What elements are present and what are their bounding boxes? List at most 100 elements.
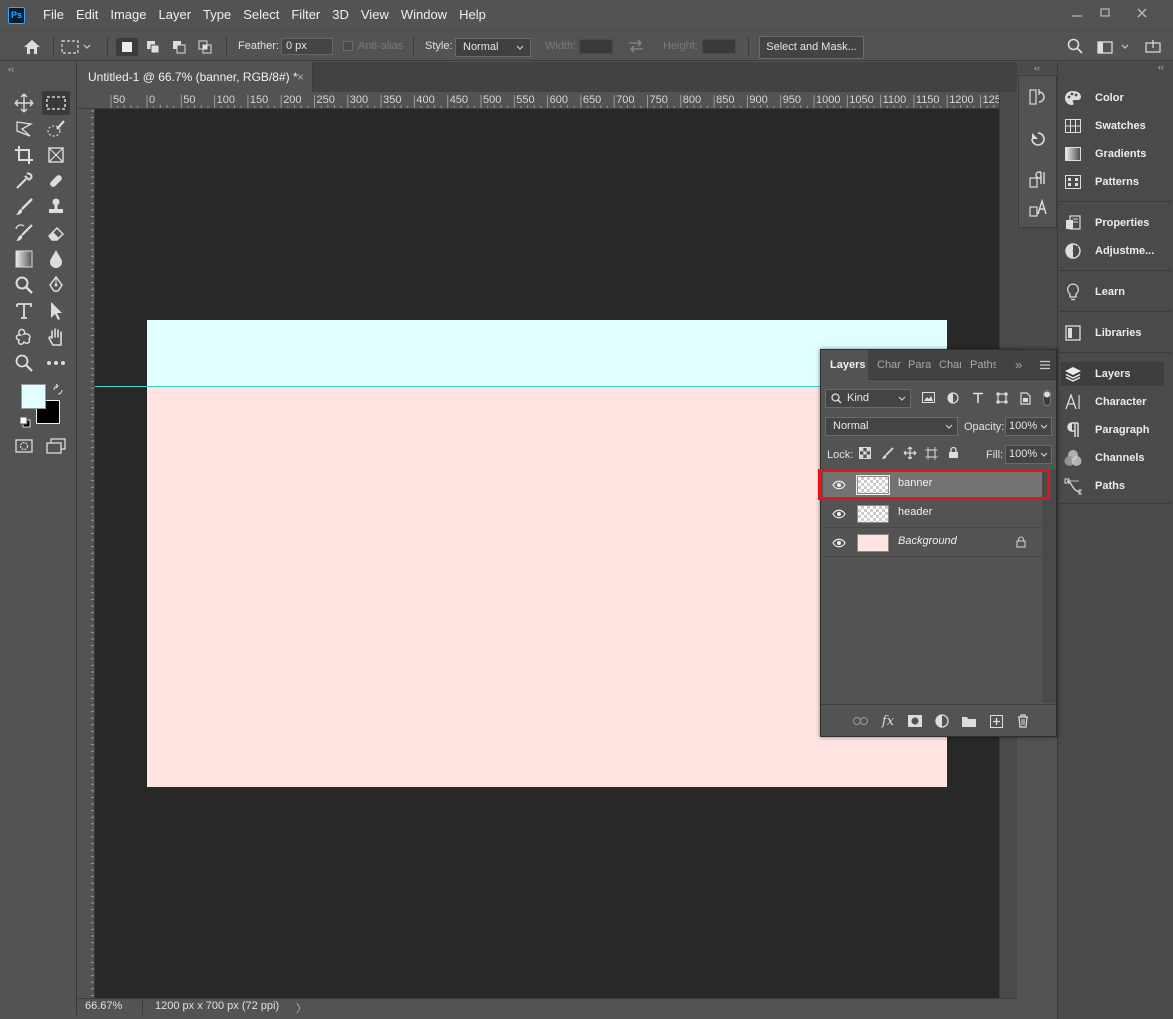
- menu-type[interactable]: Type: [197, 0, 237, 30]
- panel-layers[interactable]: Layers: [1061, 362, 1164, 386]
- character-styles-button[interactable]: [1027, 197, 1049, 219]
- panel-adjustments[interactable]: Adjustme...: [1061, 239, 1164, 263]
- paragraph-styles-button[interactable]: [1027, 168, 1049, 190]
- visibility-toggle[interactable]: [831, 478, 847, 491]
- new-group-button[interactable]: [961, 713, 977, 729]
- lock-artboard-button[interactable]: [925, 447, 939, 461]
- share-button[interactable]: [1145, 39, 1163, 55]
- close-tab-icon[interactable]: ×: [297, 62, 304, 92]
- home-button[interactable]: [20, 37, 44, 57]
- filter-type-button[interactable]: [972, 392, 986, 405]
- search-button[interactable]: [1067, 38, 1085, 56]
- zoom-level[interactable]: 66.67%: [85, 1000, 122, 1012]
- filter-smart-object-button[interactable]: [1020, 392, 1034, 405]
- zoom-tool[interactable]: [10, 351, 38, 375]
- panel-channels[interactable]: Channels: [1061, 446, 1164, 470]
- menu-view[interactable]: View: [355, 0, 395, 30]
- lock-all-button[interactable]: [948, 446, 962, 460]
- new-selection-button[interactable]: [116, 38, 138, 56]
- default-colors-button[interactable]: [19, 416, 32, 428]
- tab-character-styles[interactable]: Char: [939, 350, 961, 380]
- tool-preset-picker[interactable]: [61, 37, 101, 57]
- panel-learn[interactable]: Learn: [1061, 280, 1164, 304]
- foreground-color-swatch[interactable]: [21, 384, 46, 409]
- menu-file[interactable]: File: [37, 0, 70, 30]
- hand-tool[interactable]: [42, 325, 70, 349]
- panel-gradients[interactable]: Gradients: [1061, 142, 1164, 166]
- anti-alias-checkbox[interactable]: [343, 41, 353, 51]
- type-tool[interactable]: [10, 299, 38, 323]
- panel-character[interactable]: Character: [1061, 390, 1164, 414]
- layer-row-header[interactable]: header: [823, 499, 1042, 528]
- history-panel-button[interactable]: [1027, 86, 1049, 108]
- height-input[interactable]: [702, 39, 736, 54]
- tab-paths[interactable]: Paths: [970, 350, 996, 380]
- more-tools-button[interactable]: [42, 351, 70, 375]
- delete-layer-button[interactable]: [1015, 713, 1031, 729]
- tab-paragraph[interactable]: Para: [908, 350, 931, 380]
- filter-pixel-button[interactable]: [922, 392, 936, 405]
- panel-color[interactable]: Color: [1061, 86, 1164, 110]
- feather-input[interactable]: 0 px: [281, 38, 333, 55]
- clone-stamp-tool[interactable]: [42, 195, 70, 219]
- frame-tool[interactable]: [42, 143, 70, 167]
- rectangular-marquee-tool[interactable]: [42, 91, 70, 115]
- width-input[interactable]: [579, 39, 613, 54]
- dodge-tool[interactable]: [10, 273, 38, 297]
- menu-image[interactable]: Image: [104, 0, 152, 30]
- swap-colors-button[interactable]: [52, 384, 64, 396]
- layer-name[interactable]: banner: [898, 477, 932, 489]
- eraser-tool[interactable]: [42, 221, 70, 245]
- brush-tool[interactable]: [10, 195, 38, 219]
- intersect-selection-button[interactable]: [194, 38, 216, 56]
- move-tool[interactable]: [10, 91, 38, 115]
- actions-panel-button[interactable]: [1027, 128, 1049, 150]
- menu-help[interactable]: Help: [453, 0, 492, 30]
- panel-menu-button[interactable]: [1039, 360, 1051, 370]
- new-layer-button[interactable]: [988, 713, 1004, 729]
- layers-scrollbar[interactable]: [1042, 469, 1056, 703]
- blend-mode-select[interactable]: Normal: [825, 417, 958, 436]
- horizontal-ruler[interactable]: 50 0 50 100 150 200 250 300 350 400 450 500 550 600 65…: [78, 92, 999, 109]
- add-layer-style-button[interactable]: fx: [880, 713, 896, 729]
- panel-paths[interactable]: Paths: [1061, 474, 1164, 498]
- quick-mask-button[interactable]: [10, 434, 38, 458]
- lasso-tool[interactable]: [10, 117, 38, 141]
- blur-tool[interactable]: [42, 247, 70, 271]
- tab-layers[interactable]: Layers: [821, 350, 868, 380]
- collapse-toolbar-button[interactable]: ‹‹: [8, 64, 14, 74]
- path-selection-tool[interactable]: [42, 299, 70, 323]
- right-dock-collapse[interactable]: ‹‹: [1158, 62, 1164, 72]
- panel-paragraph[interactable]: Paragraph: [1061, 418, 1164, 442]
- custom-shape-tool[interactable]: [10, 325, 38, 349]
- lock-position-button[interactable]: [903, 446, 917, 460]
- menu-select[interactable]: Select: [237, 0, 285, 30]
- menu-3d[interactable]: 3D: [326, 0, 355, 30]
- panel-libraries[interactable]: Libraries: [1061, 321, 1164, 345]
- panel-swatches[interactable]: Swatches: [1061, 114, 1164, 138]
- opacity-input[interactable]: 100%: [1005, 417, 1052, 436]
- new-adjustment-layer-button[interactable]: [934, 713, 950, 729]
- eyedropper-tool[interactable]: [10, 169, 38, 193]
- menu-layer[interactable]: Layer: [153, 0, 198, 30]
- screen-mode-button[interactable]: [42, 434, 70, 458]
- add-to-selection-button[interactable]: [142, 38, 164, 56]
- swap-dimensions-button[interactable]: [627, 39, 647, 55]
- layer-name[interactable]: header: [898, 506, 932, 518]
- lock-transparent-pixels-button[interactable]: [859, 447, 873, 461]
- menu-filter[interactable]: Filter: [285, 0, 326, 30]
- subtract-from-selection-button[interactable]: [168, 38, 190, 56]
- close-window-button[interactable]: [1128, 4, 1156, 22]
- layer-name[interactable]: Background: [898, 535, 957, 547]
- filter-toggle[interactable]: [1043, 390, 1051, 406]
- healing-brush-tool[interactable]: [42, 169, 70, 193]
- menu-edit[interactable]: Edit: [70, 0, 104, 30]
- panel-patterns[interactable]: Patterns: [1061, 170, 1164, 194]
- tab-character[interactable]: Char: [877, 350, 901, 380]
- layer-row-background[interactable]: Background: [823, 528, 1042, 557]
- history-brush-tool[interactable]: [10, 221, 38, 245]
- middle-dock-collapse[interactable]: ‹‹: [1017, 62, 1057, 74]
- visibility-toggle[interactable]: [831, 536, 847, 549]
- crop-tool[interactable]: [10, 143, 38, 167]
- filter-adjustment-button[interactable]: [947, 392, 961, 405]
